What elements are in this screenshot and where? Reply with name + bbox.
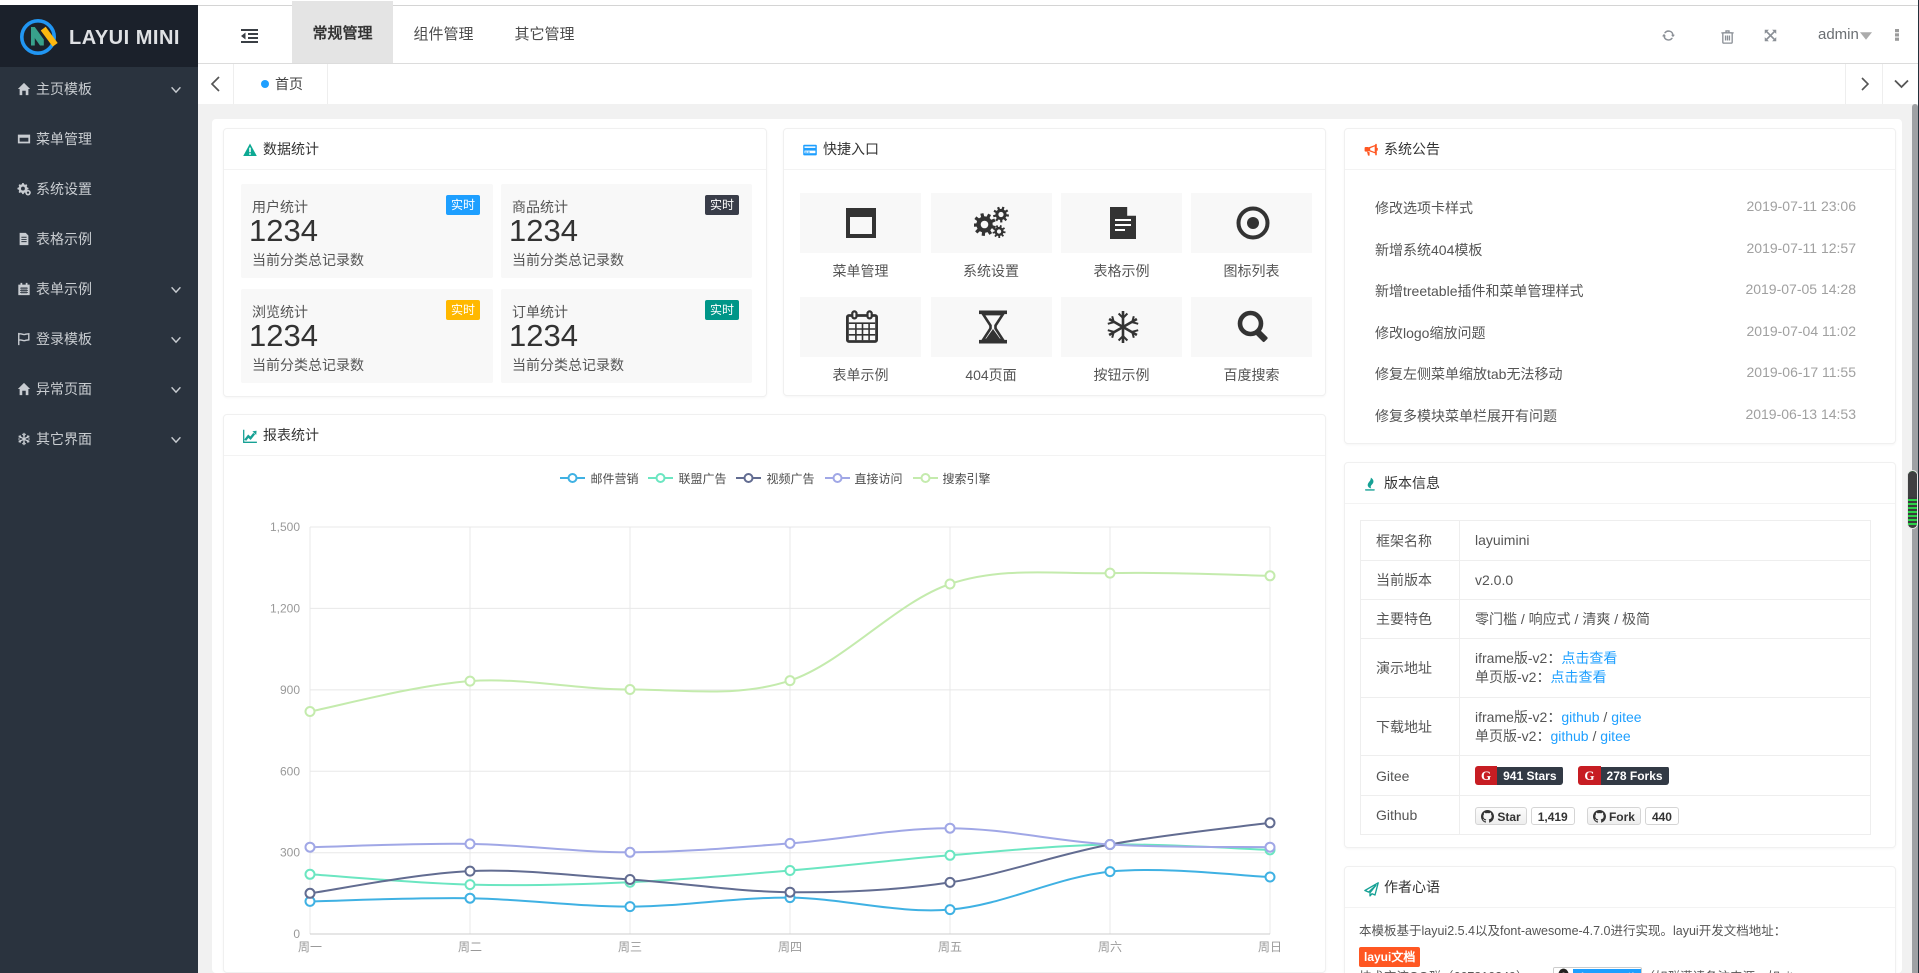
svg-text:周六: 周六 xyxy=(1098,940,1122,954)
svg-text:1,500: 1,500 xyxy=(270,520,300,534)
svg-text:周一: 周一 xyxy=(298,940,322,954)
svg-text:周四: 周四 xyxy=(778,940,802,954)
svg-text:周五: 周五 xyxy=(938,940,962,954)
svg-text:300: 300 xyxy=(280,846,300,860)
svg-text:600: 600 xyxy=(280,764,300,778)
svg-text:900: 900 xyxy=(280,683,300,697)
svg-text:周三: 周三 xyxy=(618,940,642,954)
svg-text:1,200: 1,200 xyxy=(270,601,300,615)
svg-text:周二: 周二 xyxy=(458,940,482,954)
svg-text:0: 0 xyxy=(293,927,300,941)
svg-text:周日: 周日 xyxy=(1258,940,1282,954)
